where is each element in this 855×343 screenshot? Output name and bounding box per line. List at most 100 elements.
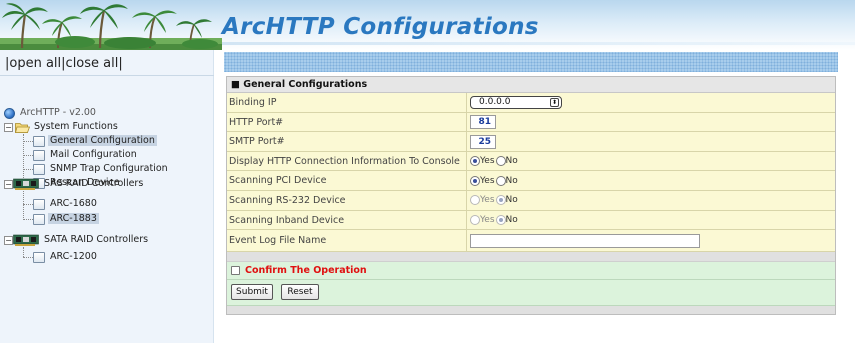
close-all-link[interactable]: close all xyxy=(66,56,119,71)
row-scan-pci: Scanning PCI Device Yes No xyxy=(227,171,835,191)
tree-connector xyxy=(23,169,33,170)
page-title: ArcHTTP Configurations xyxy=(222,14,539,40)
yes-label: Yes xyxy=(480,195,495,206)
scan-inband-yes-radio xyxy=(470,215,480,226)
collapse-minus-icon[interactable]: − xyxy=(4,236,13,245)
general-configurations-form: ■ General Configurations Binding IP 0.0.… xyxy=(226,76,836,316)
tree-connector xyxy=(23,219,33,220)
page-icon xyxy=(33,252,45,263)
confirm-row: Confirm The Operation xyxy=(227,262,835,281)
collapse-minus-icon[interactable]: − xyxy=(4,123,13,132)
row-scan-inband: Scanning Inband Device Yes No xyxy=(227,210,835,231)
sata-label: SATA RAID Controllers xyxy=(44,234,149,245)
tree-item-label: Mail Configuration xyxy=(50,149,137,160)
tree-connector xyxy=(23,155,33,156)
column-divider xyxy=(466,210,467,230)
tree-item-arc-1200[interactable]: ARC-1200 xyxy=(48,250,99,264)
raid-card-icon xyxy=(13,234,39,246)
tree-item-label: ARC-1680 xyxy=(50,198,97,209)
binding-ip-select[interactable]: 0.0.0.0 ⬍ xyxy=(470,96,562,109)
row-binding-ip: Binding IP 0.0.0.0 ⬍ xyxy=(227,93,835,113)
scan-rs232-no-radio xyxy=(495,195,506,206)
smtp-port-input[interactable]: 25 xyxy=(470,134,496,149)
page-icon xyxy=(33,164,45,175)
open-all-link[interactable]: open all xyxy=(9,56,61,71)
confirm-label: Confirm The Operation xyxy=(245,265,367,277)
row-http-port: HTTP Port# 81 xyxy=(227,112,835,133)
open-folder-icon xyxy=(15,123,30,133)
tree-item-label: ARC-1200 xyxy=(50,251,97,262)
yes-label: Yes xyxy=(480,175,495,186)
row-smtp-port: SMTP Port# 25 xyxy=(227,132,835,152)
tree-connector xyxy=(23,191,24,220)
server-globe-icon xyxy=(4,108,15,119)
tree-item-snmp-trap-configuration[interactable]: SNMP Trap Configuration xyxy=(48,162,170,176)
binding-ip-label: Binding IP xyxy=(229,97,277,108)
tree-item-general-configuration[interactable]: General Configuration xyxy=(48,134,157,148)
event-log-label: Event Log File Name xyxy=(229,235,327,247)
display-info-yes-radio[interactable] xyxy=(470,156,480,167)
tree-item-label: General Configuration xyxy=(48,135,157,146)
tree-item-label: SNMP Trap Configuration xyxy=(50,163,168,174)
smtp-port-label: SMTP Port# xyxy=(229,136,285,148)
display-info-no-radio[interactable] xyxy=(495,156,506,167)
no-label: No xyxy=(505,195,518,206)
event-log-input[interactable] xyxy=(470,234,700,249)
column-divider xyxy=(466,112,467,132)
page-icon xyxy=(33,214,45,225)
http-port-input[interactable]: 81 xyxy=(470,115,496,130)
header-banner: ArcHTTP Configurations xyxy=(0,0,855,50)
open-close-toggle: |open all|close all| xyxy=(5,56,123,71)
tree-system-functions[interactable]: System Functions xyxy=(32,120,120,134)
column-divider xyxy=(466,171,467,190)
row-event-log: Event Log File Name xyxy=(227,230,835,253)
tree-sata-raid-controllers[interactable]: SATA RAID Controllers xyxy=(42,233,150,247)
tree-item-mail-configuration[interactable]: Mail Configuration xyxy=(48,148,139,162)
row-display-info: Display HTTP Connection Information To C… xyxy=(227,151,835,172)
tree-connector xyxy=(23,247,24,257)
column-divider xyxy=(466,93,467,112)
scan-rs232-yes-radio xyxy=(470,195,480,206)
tree-root[interactable]: ArcHTTP - v2.00 xyxy=(18,106,98,120)
column-divider xyxy=(466,151,467,171)
tree-connector xyxy=(23,141,33,142)
scan-pci-no-radio[interactable] xyxy=(495,175,506,186)
tree-connector xyxy=(23,204,33,205)
raid-card-icon xyxy=(13,178,39,190)
no-label: No xyxy=(505,175,518,186)
scan-pci-yes-radio[interactable] xyxy=(470,175,480,186)
bottom-band xyxy=(227,306,835,315)
tree-root-label: ArcHTTP - v2.00 xyxy=(20,107,96,118)
no-label: No xyxy=(505,156,518,167)
title-underline xyxy=(222,42,855,45)
form-header-title: General Configurations xyxy=(243,79,368,90)
dotted-header-bar xyxy=(224,52,838,72)
button-row: Submit Reset xyxy=(227,280,835,307)
page-icon xyxy=(33,150,45,161)
column-divider xyxy=(466,190,467,210)
tree-item-label: ARC-1883 xyxy=(48,213,99,224)
page-icon xyxy=(33,199,45,210)
confirm-checkbox[interactable] xyxy=(231,266,240,276)
tree-item-arc-1883[interactable]: ARC-1883 xyxy=(48,212,99,226)
no-label: No xyxy=(505,215,518,226)
tree-item-arc-1680[interactable]: ARC-1680 xyxy=(48,197,99,211)
select-arrows-icon: ⬍ xyxy=(550,98,559,107)
navigation-tree: |open all|close all| ArcHTTP - v2.00 − S… xyxy=(0,50,214,343)
column-divider xyxy=(466,230,467,252)
sas-label: SAS RAID Controllers xyxy=(44,178,144,189)
bullet-icon: ■ xyxy=(231,79,244,90)
reset-button[interactable]: Reset xyxy=(281,284,319,301)
palm-trees-logo xyxy=(0,3,222,50)
page-icon xyxy=(33,136,45,147)
submit-button[interactable]: Submit xyxy=(231,284,273,301)
column-divider xyxy=(466,132,467,151)
display-info-label: Display HTTP Connection Information To C… xyxy=(229,155,460,167)
collapse-minus-icon[interactable]: − xyxy=(4,180,13,189)
content-area: ■ General Configurations Binding IP 0.0.… xyxy=(224,52,838,343)
scan-rs232-label: Scanning RS-232 Device xyxy=(229,194,346,206)
divider-text: | xyxy=(118,56,123,71)
binding-ip-value: 0.0.0.0 xyxy=(479,97,511,107)
system-functions-label: System Functions xyxy=(34,121,118,132)
tree-sas-raid-controllers[interactable]: SAS RAID Controllers xyxy=(42,177,145,191)
